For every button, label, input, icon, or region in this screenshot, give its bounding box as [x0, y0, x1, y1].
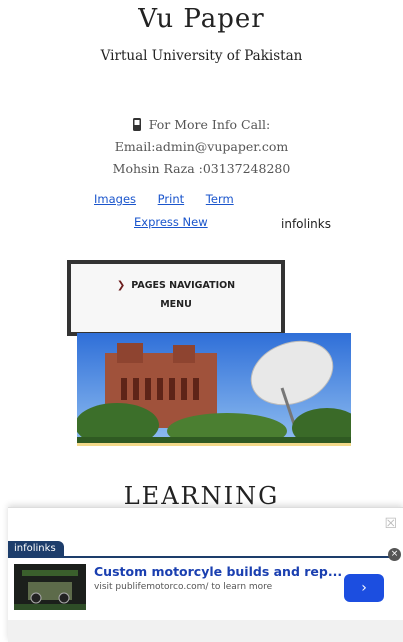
print-link[interactable]: Print: [158, 192, 184, 206]
ad-banner[interactable]: ☒ infolinks × Custom motorcyle builds an…: [8, 507, 403, 642]
nav-menu-line1: ❯ PAGES NAVIGATION: [71, 276, 281, 295]
term-link[interactable]: Term: [206, 192, 234, 206]
images-link[interactable]: Images: [94, 192, 136, 206]
ad-divider: [8, 556, 398, 558]
ad-title[interactable]: Custom motorcyle builds and rep...: [94, 564, 342, 579]
close-icon[interactable]: ☒: [384, 516, 397, 532]
dismiss-icon[interactable]: ×: [388, 548, 401, 561]
top-links: Images Print Term: [94, 192, 252, 206]
site-subtitle: Virtual University of Pakistan: [100, 48, 303, 64]
campus-photo: [77, 333, 351, 443]
nav-menu-label2: MENU: [160, 299, 192, 310]
phone-icon: [132, 118, 141, 131]
contact-info: For More Info Call: Email:admin@vupaper.…: [0, 114, 403, 180]
call-label: For More Info Call:: [148, 117, 271, 132]
express-new-link[interactable]: Express New: [134, 215, 208, 229]
ad-thumbnail-image: [14, 564, 86, 610]
site-title[interactable]: Vu Paper: [0, 4, 403, 34]
infolinks-brand: infolinks: [281, 217, 331, 231]
section-heading: LEARNING: [123, 482, 280, 510]
pages-navigation-menu[interactable]: ❯ PAGES NAVIGATION MENU: [67, 260, 285, 336]
ad-go-button[interactable]: ›: [344, 574, 384, 602]
ad-url[interactable]: visit publifemotorco.com/ to learn more: [94, 582, 272, 592]
ad-thumbnail[interactable]: [14, 564, 86, 610]
hero-image: [77, 333, 351, 446]
phone-text: Mohsin Raza :03137248280: [112, 161, 291, 176]
nav-menu-label1: PAGES NAVIGATION: [131, 280, 236, 291]
email-text: Email:admin@vupaper.com: [114, 139, 289, 154]
ad-tab-label: infolinks: [8, 541, 64, 557]
chevron-down-icon: ❯: [116, 280, 126, 291]
ad-footer-strip: [8, 620, 403, 642]
call-line: For More Info Call:: [0, 114, 403, 136]
